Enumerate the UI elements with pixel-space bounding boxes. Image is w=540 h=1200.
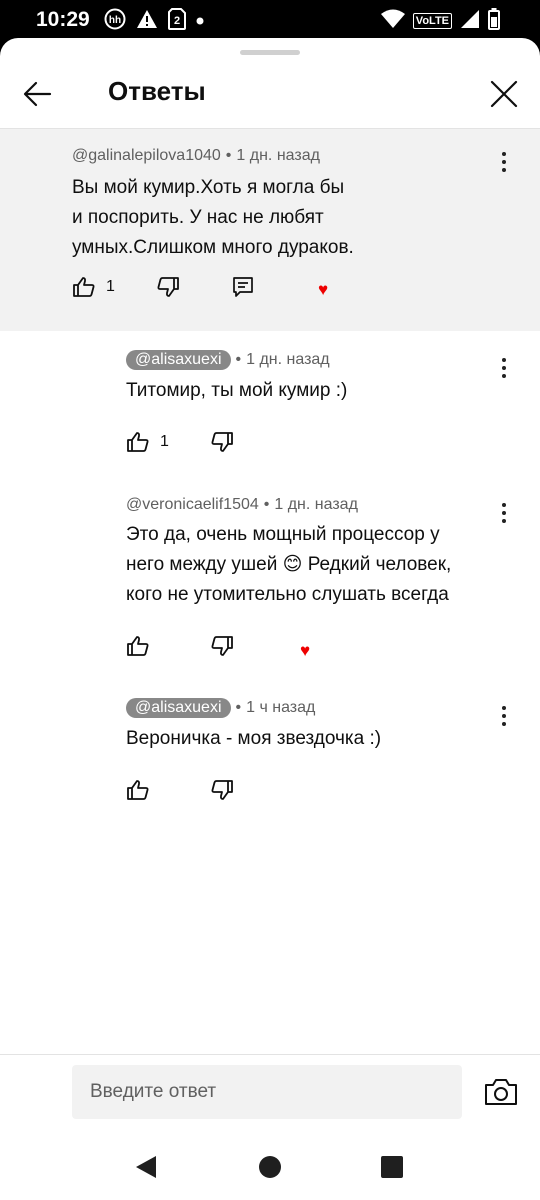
comment-time: 1 дн. назад [236, 147, 320, 164]
more-vert-icon [502, 706, 506, 710]
warning-icon [136, 9, 158, 34]
signal-icon [460, 9, 480, 34]
comment-author[interactable]: @veronicaelif1504 [126, 496, 259, 514]
thumb-down-icon [211, 780, 233, 800]
reply-icon [233, 277, 253, 297]
svg-text:2: 2 [174, 15, 180, 27]
comment-time: 1 дн. назад [246, 351, 330, 368]
nav-back-button[interactable] [132, 1153, 160, 1181]
status-bar: 10:29 hh 2 VoLTE [0, 0, 540, 40]
replies-sheet: Ответы @galinalepilova1040 • 1 дн. назад… [0, 38, 540, 1200]
close-button[interactable] [484, 74, 524, 114]
thumb-up-icon [127, 636, 149, 656]
like-button[interactable] [126, 776, 160, 804]
thumb-down-icon [211, 636, 233, 656]
comment-text-line: Вероничка - моя звездочка :) [126, 728, 382, 749]
dislike-button[interactable] [156, 273, 180, 301]
dislike-button[interactable] [210, 776, 234, 804]
battery-icon [488, 7, 500, 35]
svg-text:hh: hh [109, 15, 121, 26]
recents-square-icon [381, 1156, 403, 1178]
like-button[interactable] [126, 632, 160, 660]
thumb-up-icon [73, 277, 95, 297]
wifi-icon [380, 9, 405, 34]
thumb-down-icon [211, 432, 233, 452]
comment-text-line: Титомир, ты мой кумир :) [126, 380, 348, 401]
comment-meta: @galinalepilova1040 • 1 дн. назад [72, 147, 320, 165]
reply-button[interactable] [232, 273, 254, 301]
more-vert-icon [502, 358, 506, 362]
comment-text: Вероничка - моя звездочка :) [126, 724, 381, 754]
camera-icon [485, 1079, 517, 1105]
comment-text-line: Это да, очень мощный процессор у [126, 524, 440, 545]
comment-text-line: умных.Слишком много дураков. [72, 237, 354, 258]
status-icons-left: hh 2 [104, 7, 204, 35]
reply-input-bar [0, 1054, 540, 1135]
close-icon [490, 80, 518, 108]
status-icons-right: VoLTE [380, 7, 500, 35]
top-comment: @galinalepilova1040 • 1 дн. назад Вы мой… [0, 129, 540, 331]
thumb-down-icon [157, 277, 179, 297]
thumb-up-icon [127, 432, 149, 452]
comment-meta: @veronicaelif1504 • 1 дн. назад [126, 496, 358, 514]
like-button[interactable]: 1 [72, 273, 115, 301]
sim-2-icon: 2 [168, 7, 186, 35]
nav-recents-button[interactable] [378, 1153, 406, 1181]
arrow-left-icon [23, 81, 52, 107]
home-circle-icon [259, 1156, 281, 1178]
comment-text: Титомир, ты мой кумир :) [126, 376, 347, 406]
more-options-button[interactable] [494, 353, 514, 383]
comment-time: 1 ч назад [246, 699, 316, 716]
comment-text: Вы мой кумир.Хоть я могла бы и поспорить… [72, 173, 354, 263]
camera-button[interactable] [484, 1077, 518, 1107]
comment-text-line: Вы мой кумир.Хоть я могла бы [72, 177, 345, 198]
volte-icon: VoLTE [412, 13, 452, 29]
comment-author[interactable]: @alisaxuexi [126, 698, 231, 718]
creator-heart-icon: ♥ [300, 641, 311, 660]
header: Ответы [0, 58, 540, 129]
comment-meta: @alisaxuexi • 1 дн. назад [126, 350, 330, 370]
more-options-button[interactable] [494, 147, 514, 177]
more-options-button[interactable] [494, 701, 514, 731]
comment-author[interactable]: @galinalepilova1040 [72, 147, 221, 165]
more-vert-icon [502, 503, 506, 507]
like-count: 1 [160, 433, 169, 450]
dislike-button[interactable] [210, 632, 234, 660]
comment-text: Это да, очень мощный процессор у него ме… [126, 520, 451, 610]
comment-text-line: кого не утомительно слушать всегда [126, 584, 449, 605]
back-button[interactable] [18, 74, 58, 114]
comment-meta: @alisaxuexi • 1 ч назад [126, 698, 315, 718]
thumb-up-icon [127, 780, 149, 800]
more-options-button[interactable] [494, 498, 514, 528]
comment-text-line: него между ушей 😊 Редкий человек, [126, 554, 452, 575]
comment-time: 1 дн. назад [274, 496, 358, 513]
comment-author[interactable]: @alisaxuexi [126, 350, 231, 370]
like-button[interactable]: 1 [126, 428, 169, 456]
nav-home-button[interactable] [256, 1153, 284, 1181]
dislike-button[interactable] [210, 428, 234, 456]
drag-handle[interactable] [240, 50, 300, 55]
dot-icon [196, 12, 204, 30]
reply-input[interactable] [72, 1065, 462, 1119]
page-title: Ответы [108, 76, 206, 106]
status-time: 10:29 [36, 8, 90, 31]
creator-heart-icon: ♥ [318, 280, 329, 299]
comment-text-line: и поспорить. У нас не любят [72, 207, 324, 228]
hh-icon: hh [104, 8, 126, 35]
more-vert-icon [502, 152, 506, 156]
back-triangle-icon [136, 1156, 156, 1178]
like-count: 1 [106, 278, 115, 295]
system-nav-bar [0, 1138, 540, 1200]
